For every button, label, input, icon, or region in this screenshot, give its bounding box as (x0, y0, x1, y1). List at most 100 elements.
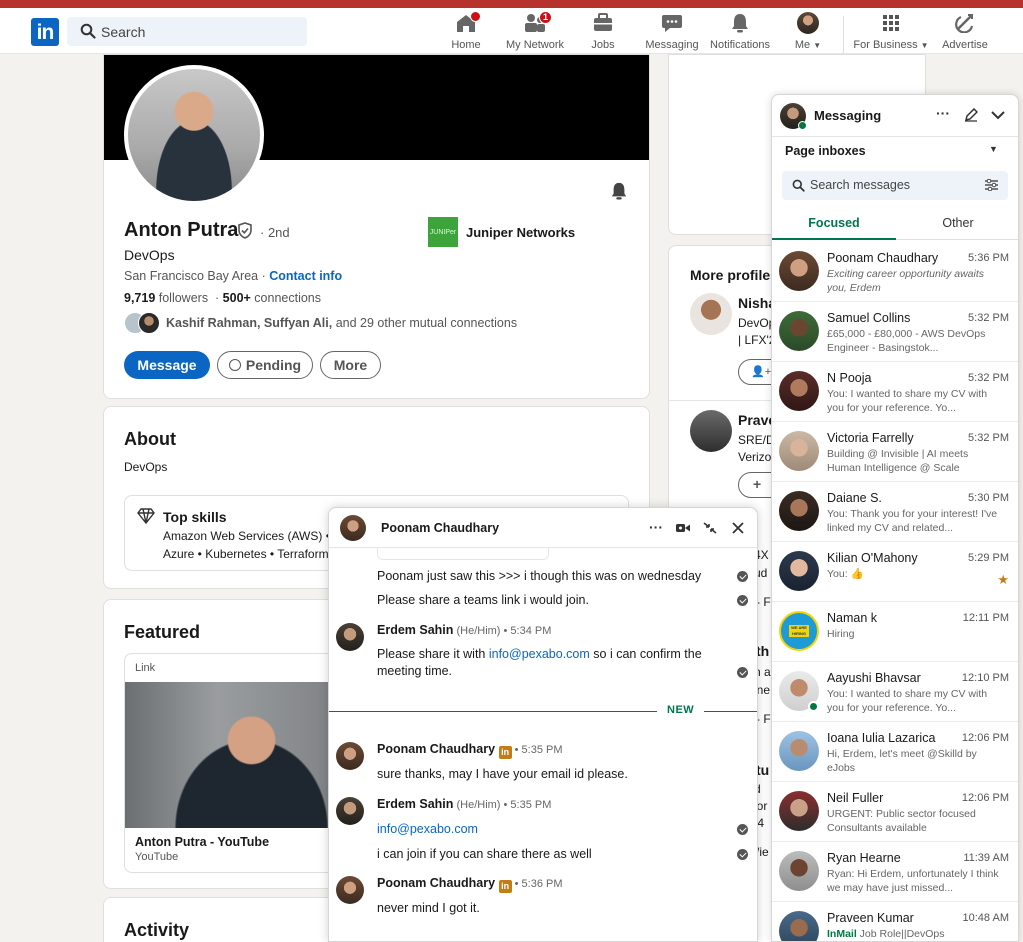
conversation-preview: URGENT: Public sector focused Consultant… (827, 808, 976, 834)
more-options-icon[interactable]: ··· (936, 105, 950, 121)
skills-line: Amazon Web Services (AWS) • (163, 529, 330, 543)
conversation-item[interactable]: N Pooja 5:32 PM You: I wanted to share my … (772, 362, 1018, 422)
nav-home[interactable]: Home (446, 11, 486, 52)
conversation-item[interactable]: Daiane S. 5:30 PM You: Thank you for your … (772, 482, 1018, 542)
conversation-item[interactable]: Samuel Collins 5:32 PM £65,000 - £80,000 -… (772, 302, 1018, 362)
conversation-item[interactable]: Aayushi Bhavsar 12:10 PM You: I wanted to … (772, 662, 1018, 722)
chat-header[interactable]: Poonam Chaudhary ··· (329, 508, 757, 548)
profile-card: Anton Putra · 2nd JUNIPer Juniper Networ… (103, 54, 650, 399)
online-dot (808, 701, 819, 712)
tab-other[interactable]: Other (896, 207, 1018, 240)
nav-notifications[interactable]: Notifications (707, 12, 773, 52)
jobs-icon (594, 13, 612, 31)
contact-info-link[interactable]: Contact info (269, 269, 342, 283)
conversation-item[interactable]: Ryan Hearne 11:39 AM Ryan: Hi Erdem, unfor… (772, 842, 1018, 902)
suggested-headline: Verizo (738, 450, 772, 464)
messaging-header[interactable]: Messaging ··· (772, 95, 1018, 137)
suggested-avatar[interactable] (690, 293, 732, 335)
email-link[interactable]: info@pexabo.com (377, 821, 478, 838)
search-messages-input[interactable]: Search messages (782, 171, 1008, 200)
linkedin-logo[interactable]: in (31, 18, 59, 46)
conversation-time: 12:10 PM (961, 672, 1009, 684)
conversation-avatar (779, 251, 819, 291)
nav-advertise[interactable]: Advertise (940, 12, 990, 52)
notification-bell-icon[interactable] (610, 181, 628, 201)
conversation-item[interactable]: Ioana Iulia Lazarica 12:06 PM Hi, Erdem, l… (772, 722, 1018, 782)
page-inboxes-dropdown[interactable]: Page inboxes ▼ (772, 137, 1018, 165)
nav-my-network[interactable]: 1 My Network (504, 11, 566, 52)
compose-icon[interactable] (964, 108, 978, 122)
chevron-down-icon: ▼ (920, 41, 929, 50)
featured-title: Featured (124, 622, 201, 642)
close-icon[interactable] (732, 522, 744, 534)
online-dot (798, 121, 807, 130)
search-icon (80, 23, 96, 39)
conversation-preview: You: 👍 (827, 568, 864, 580)
video-call-icon[interactable] (676, 523, 690, 533)
global-nav: in Search Home 1 My Network Jobs Messagi… (0, 8, 1023, 56)
current-company[interactable]: JUNIPer Juniper Networks (428, 217, 575, 247)
filter-icon[interactable] (985, 179, 998, 191)
nav-for-business[interactable]: For Business ▼ (853, 12, 929, 52)
conversation-avatar (779, 311, 819, 351)
conversation-time: 12:11 PM (962, 612, 1009, 624)
new-label: NEW (657, 704, 705, 716)
profile-name: Anton Putra (124, 219, 239, 241)
conversation-item[interactable]: Neil Fuller 12:06 PM URGENT: Public sector… (772, 782, 1018, 842)
activity-title: Activity (124, 920, 190, 940)
pending-button[interactable]: Pending (217, 351, 313, 379)
more-options-icon[interactable]: ··· (649, 519, 663, 535)
suggested-avatar[interactable] (690, 410, 732, 452)
mutual-connections[interactable]: Kashif Rahman, Suffyan Ali, and 29 other… (124, 312, 517, 334)
message-button[interactable]: Message (124, 351, 210, 379)
profile-location: San Francisco Bay Area · Contact info (124, 269, 343, 283)
conversation-avatar (779, 551, 819, 591)
conversation-avatar (779, 791, 819, 831)
nav-me[interactable]: Me ▼ (790, 12, 826, 52)
read-receipt-icon (737, 849, 748, 860)
suggested-headline: | LFX'2 (738, 333, 776, 347)
chevron-down-icon[interactable] (991, 111, 1005, 120)
verified-shield-icon (238, 222, 252, 239)
bell-icon (732, 14, 748, 33)
message-text: i can join if you can share there as wel… (377, 847, 592, 861)
conversation-name: Samuel Collins (827, 311, 911, 325)
conversation-item[interactable]: Poonam Chaudhary 5:36 PM Exciting career o… (772, 242, 1018, 302)
partial-text: - F (756, 712, 771, 726)
tab-focused[interactable]: Focused (772, 207, 896, 240)
email-link[interactable]: info@pexabo.com (489, 647, 590, 661)
nav-jobs[interactable]: Jobs (585, 12, 621, 52)
conversation-preview: You: I wanted to share my CV with you fo… (827, 388, 988, 414)
profile-headline: DevOps (124, 247, 175, 263)
conversation-item[interactable]: Kilian O'Mahony 5:29 PM You: 👍 ★ (772, 542, 1018, 602)
read-receipt-icon (737, 595, 748, 606)
search-icon (792, 179, 805, 192)
featured-thumbnail (125, 682, 353, 828)
conversation-avatar (779, 851, 819, 891)
inmail-tag: InMail (827, 928, 857, 940)
featured-item-title: Anton Putra - YouTube (135, 835, 270, 849)
conversation-avatar (779, 431, 819, 471)
top-accent-bar (0, 0, 1023, 8)
nav-messaging[interactable]: Messaging (643, 12, 701, 52)
featured-item[interactable]: Link Anton Putra - YouTube YouTube (124, 653, 354, 873)
conversation-preview: Hiring (827, 628, 855, 640)
linkedin-premium-icon: in (498, 880, 512, 893)
conversation-item[interactable]: Victoria Farrelly 5:32 PM Building @ Invis… (772, 422, 1018, 482)
sender-line: Poonam Chaudhary in • 5:35 PM (377, 742, 563, 759)
conversation-item[interactable]: Praveen Kumar 10:48 AM InMail Job Role||De… (772, 902, 1018, 941)
suggested-headline: DevOp (738, 316, 776, 330)
conversation-name: N Pooja (827, 371, 872, 385)
sender-avatar (336, 876, 364, 904)
conversation-time: 11:39 AM (963, 852, 1009, 864)
messaging-title: Messaging (814, 108, 882, 123)
conversation-item[interactable]: WE ARE HIRING Naman k 12:11 PM Hiring (772, 602, 1018, 662)
messaging-icon (662, 15, 682, 32)
conversation-name: Poonam Chaudhary (827, 251, 939, 265)
conversation-name: Daiane S. (827, 491, 882, 505)
minimize-icon[interactable] (703, 522, 717, 534)
profile-photo[interactable] (124, 65, 264, 205)
star-icon[interactable]: ★ (997, 572, 1009, 588)
more-button[interactable]: More (320, 351, 381, 379)
search-input[interactable]: Search (67, 17, 307, 46)
